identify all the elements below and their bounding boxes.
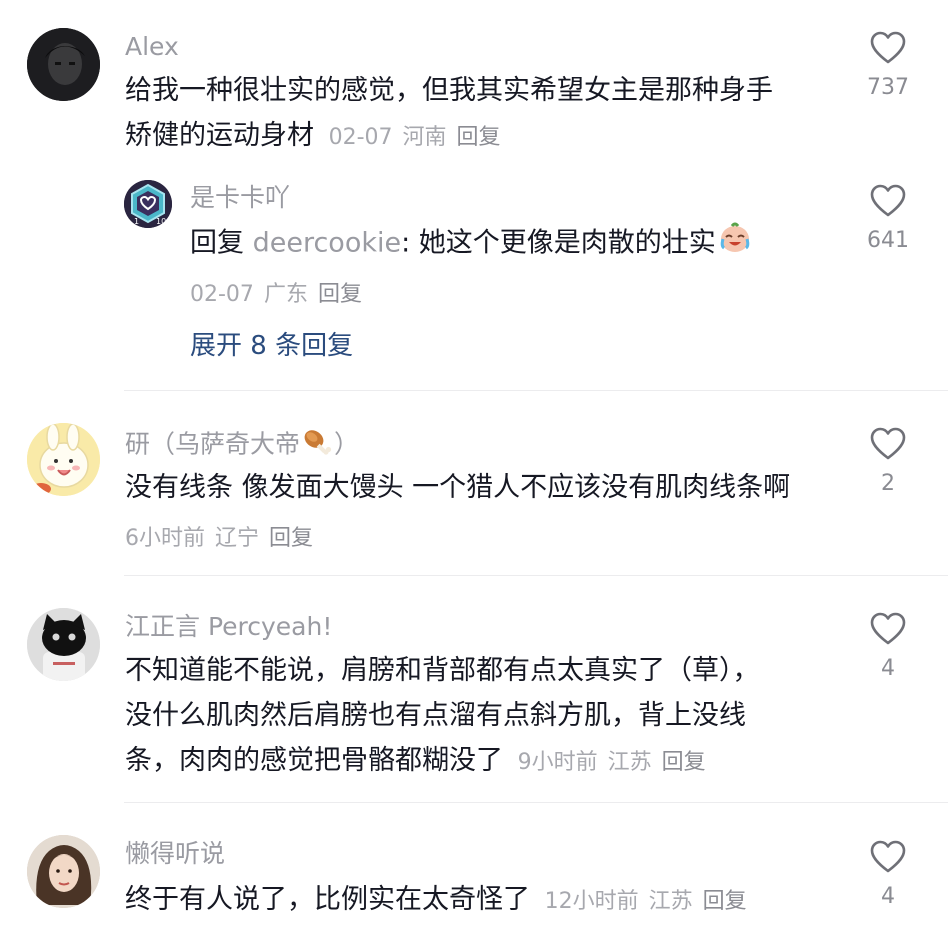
- comment-location: 河南: [402, 125, 447, 150]
- like-count: 641: [867, 228, 909, 253]
- comment-text-line: 终于有人说了，比例实在太奇怪了 12小时前 江苏 回复: [125, 877, 757, 924]
- comment-username-suffix: ）: [334, 429, 360, 459]
- comment-username[interactable]: Alex: [125, 32, 179, 62]
- reply-button[interactable]: 回复: [662, 750, 706, 775]
- like-button[interactable]: 641: [848, 184, 928, 254]
- comment-location: 辽宁: [215, 526, 260, 551]
- comment-text-line: 没有线条 像发面大馒头 一个猎人不应该没有肌肉线条啊: [125, 472, 791, 503]
- reply-button[interactable]: 回复: [703, 889, 747, 914]
- comment-location: 江苏: [607, 750, 652, 775]
- comment-meta: 12小时前 江苏 回复: [545, 889, 757, 914]
- comment-text-line: 条，肉肉的感觉把骨骼都糊没了 9小时前 江苏 回复: [125, 738, 760, 785]
- reply-body: : 她这个更像是肉散的壮实: [401, 227, 716, 259]
- reply-button[interactable]: 回复: [457, 125, 501, 150]
- level-badge-avatar-icon: 1 10: [124, 180, 172, 228]
- reply-to-username[interactable]: deercookie: [253, 228, 402, 259]
- comment-username-text: 研（乌萨奇大帝: [125, 429, 301, 459]
- comment-username[interactable]: 研（乌萨奇大帝 ）: [125, 427, 359, 464]
- heart-outline-icon: [870, 612, 906, 645]
- comment-meta: 6小时前 辽宁 回复: [125, 520, 323, 552]
- comment-text-line: 不知道能不能说，肩膀和背部都有点太真实了（草），: [125, 655, 760, 686]
- comment-text-tail: 终于有人说了，比例实在太奇怪了: [125, 884, 530, 915]
- user-avatar[interactable]: [27, 835, 100, 908]
- heart-outline-icon: [870, 31, 906, 64]
- comment-text-line: 给我一种很壮实的感觉，但我其实希望女主是那种身手: [125, 75, 773, 106]
- cartoon-rabbit-avatar-icon: [27, 423, 100, 496]
- comment-text: 不知道能不能说，肩膀和背部都有点太真实了（草）， 没什么肌肉然后肩膀也有点溜有点…: [125, 648, 760, 785]
- reply-prefix: 回复: [190, 227, 244, 259]
- comment-text-line: 矫健的运动身材 02-07 河南 回复: [125, 113, 773, 160]
- like-button[interactable]: 737: [848, 31, 928, 101]
- comment-date: 9小时前: [517, 750, 598, 775]
- black-cat-avatar-icon: [27, 608, 100, 681]
- comment-text-tail: 条，肉肉的感觉把骨骼都糊没了: [125, 745, 503, 776]
- reply-location: 广东: [263, 282, 308, 307]
- like-count: 4: [881, 884, 895, 909]
- comment-item: 懒得听说 终于有人说了，比例实在太奇怪了 12小时前 江苏 回复 4: [0, 803, 948, 938]
- comment-username[interactable]: 懒得听说: [125, 839, 225, 869]
- comment-item: 研（乌萨奇大帝 ） 没有线条 像发面大馒头 一个猎人不应该没有肌肉线条啊 6小时…: [0, 391, 948, 575]
- comment-meta: 02-07 河南 回复: [329, 125, 511, 150]
- comment-text: 给我一种很壮实的感觉，但我其实希望女主是那种身手 矫健的运动身材 02-07 河南…: [125, 68, 773, 160]
- like-count: 737: [867, 75, 909, 100]
- comment-text: 终于有人说了，比例实在太奇怪了 12小时前 江苏 回复: [125, 877, 757, 924]
- reply-meta: 02-07 广东 回复: [190, 276, 372, 308]
- reply-username[interactable]: 是卡卡吖: [190, 183, 290, 213]
- reply-avatar[interactable]: 1 10: [124, 180, 172, 228]
- like-button[interactable]: 4: [848, 612, 928, 682]
- comment-meta: 9小时前 江苏 回复: [518, 750, 716, 775]
- heart-outline-icon: [870, 184, 906, 217]
- comment-date: 12小时前: [544, 889, 639, 914]
- comment-text-line: 没什么肌肉然后肩膀也有点溜有点斜方肌，背上没线: [125, 700, 746, 731]
- crying-laughing-face-emoji-icon: [718, 220, 752, 268]
- expand-replies-button[interactable]: 展开 8 条回复: [190, 325, 353, 362]
- drumstick-emoji-icon: [302, 427, 332, 464]
- like-button[interactable]: 2: [848, 427, 928, 497]
- comment-date: 6小时前: [125, 526, 205, 551]
- comment-date: 02-07: [328, 125, 393, 150]
- user-avatar[interactable]: [27, 28, 100, 101]
- like-count: 4: [881, 656, 895, 681]
- comment-location: 江苏: [648, 889, 693, 914]
- user-avatar[interactable]: [27, 423, 100, 496]
- comment-item: Alex 给我一种很壮实的感觉，但我其实希望女主是那种身手 矫健的运动身材 02…: [0, 0, 948, 390]
- like-count: 2: [881, 471, 895, 496]
- comment-text-tail: 矫健的运动身材: [125, 120, 314, 151]
- dark-portrait-avatar-icon: [27, 28, 100, 101]
- svg-text:10: 10: [156, 217, 166, 226]
- reply-button[interactable]: 回复: [269, 526, 313, 551]
- like-button[interactable]: 4: [848, 840, 928, 910]
- reply-button[interactable]: 回复: [318, 282, 362, 307]
- user-avatar[interactable]: [27, 608, 100, 681]
- comment-text: 没有线条 像发面大馒头 一个猎人不应该没有肌肉线条啊: [125, 465, 790, 510]
- heart-outline-icon: [870, 427, 906, 460]
- comment-username[interactable]: 江正言 Percyeah!: [125, 612, 332, 642]
- girl-portrait-avatar-icon: [27, 835, 100, 908]
- comment-item: 江正言 Percyeah! 不知道能不能说，肩膀和背部都有点太真实了（草）， 没…: [0, 576, 948, 802]
- reply-date: 02-07: [190, 282, 254, 307]
- heart-outline-icon: [870, 840, 906, 873]
- reply-text: 回复 deercookie: 她这个更像是肉散的壮实: [190, 220, 752, 268]
- svg-text:1: 1: [134, 217, 139, 226]
